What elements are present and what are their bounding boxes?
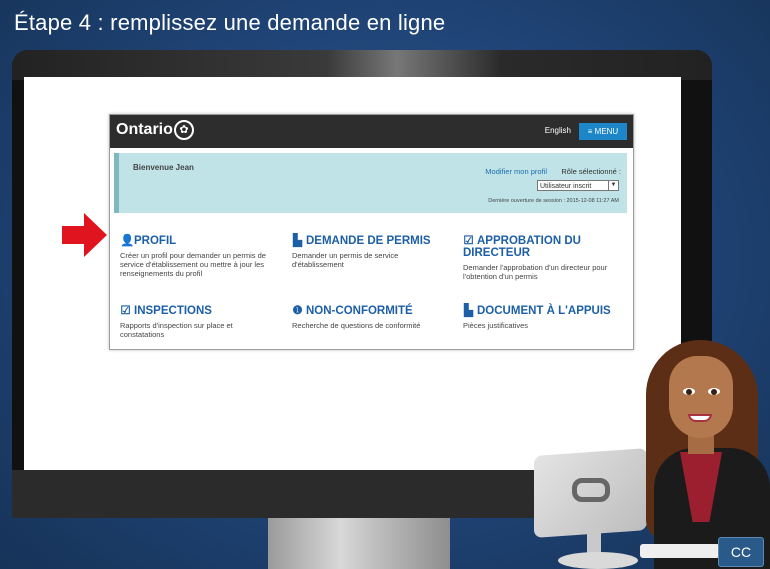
chevron-down-icon: ▼ — [608, 181, 618, 190]
card-title[interactable]: DOCUMENT À L'APPUIS — [477, 305, 611, 317]
monitor-logo-icon — [572, 478, 610, 502]
card-title[interactable]: APPROBATION DU DIRECTEUR — [463, 235, 581, 259]
card-description: Demander un permis de service d'établiss… — [292, 251, 399, 269]
card-description: Pièces justificatives — [463, 321, 529, 330]
avatar-face — [669, 356, 733, 438]
edit-check-icon: ☑ — [120, 305, 131, 317]
site-header: Ontario ✿ English ≡ MENU — [110, 115, 633, 148]
alert-icon: ❶ — [292, 305, 303, 317]
card-description: Demander l'approbation d'un directeur po… — [463, 263, 608, 281]
role-label: Rôle sélectionné : — [561, 167, 621, 176]
ontario-logo-text: Ontario — [116, 121, 173, 138]
edit-profile-link[interactable]: Modifier mon profil — [485, 167, 547, 176]
role-select[interactable]: Utilisateur inscrit ▼ — [537, 180, 619, 191]
keyboard — [640, 544, 720, 558]
language-link[interactable]: English — [545, 126, 571, 135]
card-description: Créer un profil pour demander un permis … — [120, 251, 266, 278]
avatar-right-eye — [708, 388, 720, 395]
card-description: Recherche de questions de conformité — [292, 321, 421, 330]
edit-check-icon: ☑ — [463, 235, 474, 247]
document-icon: ▙ — [293, 235, 302, 247]
monitor-stand — [268, 518, 450, 569]
slide-title: Étape 4 : remplissez une demande en lign… — [14, 10, 446, 35]
slide-background: Étape 4 : remplissez une demande en lign… — [0, 0, 770, 569]
card-approbation-du-directeur[interactable]: ☑ APPROBATION DU DIRECTEUR Demander l'app… — [463, 235, 625, 281]
closed-captions-button[interactable]: CC — [718, 537, 764, 567]
welcome-panel: Bienvenue Jean Modifier mon profil Rôle … — [114, 153, 627, 213]
ontario-portal-page: Ontario ✿ English ≡ MENU Bienvenue Jean … — [109, 114, 634, 350]
role-select-value: Utilisateur inscrit — [540, 183, 592, 190]
card-document-a-lappuis[interactable]: ▙ DOCUMENT À L'APPUIS Pièces justificativ… — [463, 305, 625, 330]
monitor-top-rim — [12, 50, 712, 80]
card-profil[interactable]: 👤PROFIL Créer un profil pour demander un… — [120, 235, 275, 278]
desk-monitor-base — [558, 552, 638, 569]
avatar-left-eye — [683, 388, 695, 395]
user-icon: 👤 — [120, 235, 135, 247]
menu-button[interactable]: ≡ MENU — [579, 123, 627, 140]
card-demande-de-permis[interactable]: ▙ DEMANDE DE PERMIS Demander un permis de… — [292, 235, 452, 269]
card-title[interactable]: DEMANDE DE PERMIS — [306, 235, 431, 247]
card-title[interactable]: NON-CONFORMITÉ — [306, 305, 413, 317]
red-arrow-icon — [62, 213, 107, 257]
welcome-message: Bienvenue Jean — [133, 163, 194, 172]
card-title[interactable]: INSPECTIONS — [134, 305, 212, 317]
document-icon: ▙ — [464, 305, 473, 317]
card-non-conformite[interactable]: ❶ NON-CONFORMITÉ Recherche de questions d… — [292, 305, 452, 330]
card-description: Rapports d'inspection sur place et const… — [120, 321, 233, 339]
card-inspections[interactable]: ☑ INSPECTIONS Rapports d'inspection sur p… — [120, 305, 275, 339]
trillium-logo-icon: ✿ — [174, 120, 194, 140]
card-title[interactable]: PROFIL — [134, 235, 176, 247]
last-session-text: Dernière ouverture de session : 2015-12-… — [488, 198, 619, 204]
